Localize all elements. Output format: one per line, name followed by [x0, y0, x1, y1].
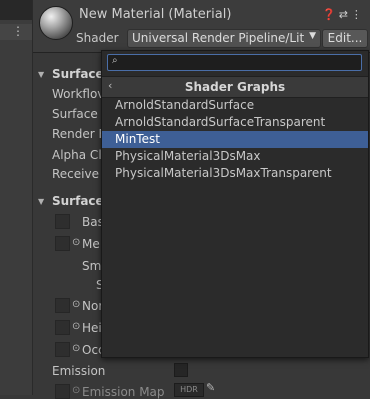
- emission-map-slot[interactable]: [55, 384, 70, 399]
- shader-item-arnold-standard-surface[interactable]: ArnoldStandardSurface: [102, 97, 368, 114]
- shader-selector-popup: ⌕ ‹ Shader Graphs ArnoldStandardSurface …: [101, 50, 369, 358]
- object-picker-icon[interactable]: ⊙: [72, 385, 80, 396]
- help-icon[interactable]: ❓: [322, 8, 339, 21]
- context-menu-icon[interactable]: ⋮: [351, 8, 365, 21]
- presets-icon[interactable]: ⇄: [339, 8, 351, 21]
- shader-dropdown[interactable]: Universal Render Pipeline/Lit ▼: [127, 29, 321, 48]
- height-map-slot[interactable]: [55, 320, 70, 335]
- emission-toggle[interactable]: [174, 363, 188, 377]
- emission-label: Emission: [52, 364, 106, 378]
- header-icons: ❓⇄⋮: [322, 8, 365, 21]
- shader-item-mintest[interactable]: MinTest: [102, 131, 368, 148]
- occlusion-map-slot[interactable]: [55, 342, 70, 357]
- height-map-label: Hei: [82, 321, 102, 335]
- surface-inputs-header[interactable]: Surface: [52, 194, 104, 208]
- left-tab-bar: [0, 0, 32, 20]
- metallic-map-label: Me: [82, 237, 100, 251]
- material-title: New Material (Material): [79, 7, 232, 22]
- object-picker-icon[interactable]: ⊙: [72, 237, 80, 248]
- surface-options-header[interactable]: Surface: [52, 67, 104, 81]
- shader-dropdown-value: Universal Render Pipeline/Lit: [132, 31, 305, 45]
- receive-shadows-label: Receive: [52, 167, 99, 181]
- material-preview-sphere: [39, 6, 73, 40]
- workflow-label: Workflov: [52, 87, 105, 101]
- popup-header: ‹ Shader Graphs: [102, 76, 368, 98]
- eyedropper-icon[interactable]: ✎: [206, 381, 215, 394]
- left-panel-strip: ⋮: [0, 0, 33, 395]
- chevron-down-icon: ▼: [309, 31, 316, 41]
- surface-type-label: Surface: [52, 107, 98, 121]
- smoothness-label: Sm: [82, 259, 102, 273]
- render-face-label: Render F: [52, 127, 106, 141]
- object-picker-icon[interactable]: ⊙: [72, 343, 80, 354]
- base-map-slot[interactable]: [55, 214, 70, 229]
- metallic-map-slot[interactable]: [55, 236, 70, 251]
- more-options-icon[interactable]: ⋮: [12, 24, 24, 38]
- shader-item-arnold-standard-surface-transparent[interactable]: ArnoldStandardSurfaceTransparent: [102, 114, 368, 131]
- shader-label: Shader: [76, 31, 119, 45]
- object-picker-icon[interactable]: ⊙: [72, 299, 80, 310]
- alpha-clipping-label: Alpha Cl: [52, 148, 102, 162]
- edit-shader-button[interactable]: Edit...: [322, 29, 368, 48]
- foldout-arrow-icon[interactable]: ▼: [38, 197, 44, 206]
- normal-map-slot[interactable]: [55, 298, 70, 313]
- shader-item-physical-material-3dsmax[interactable]: PhysicalMaterial3DsMax: [102, 148, 368, 165]
- search-input[interactable]: ⌕: [107, 54, 362, 71]
- popup-header-title: Shader Graphs: [184, 80, 286, 94]
- shader-item-physical-material-3dsmax-transparent[interactable]: PhysicalMaterial3DsMaxTransparent: [102, 165, 368, 182]
- object-picker-icon[interactable]: ⊙: [72, 321, 80, 332]
- emission-map-label: Emission Map: [82, 385, 165, 399]
- foldout-arrow-icon[interactable]: ▼: [38, 70, 44, 79]
- search-icon: ⌕: [112, 55, 118, 66]
